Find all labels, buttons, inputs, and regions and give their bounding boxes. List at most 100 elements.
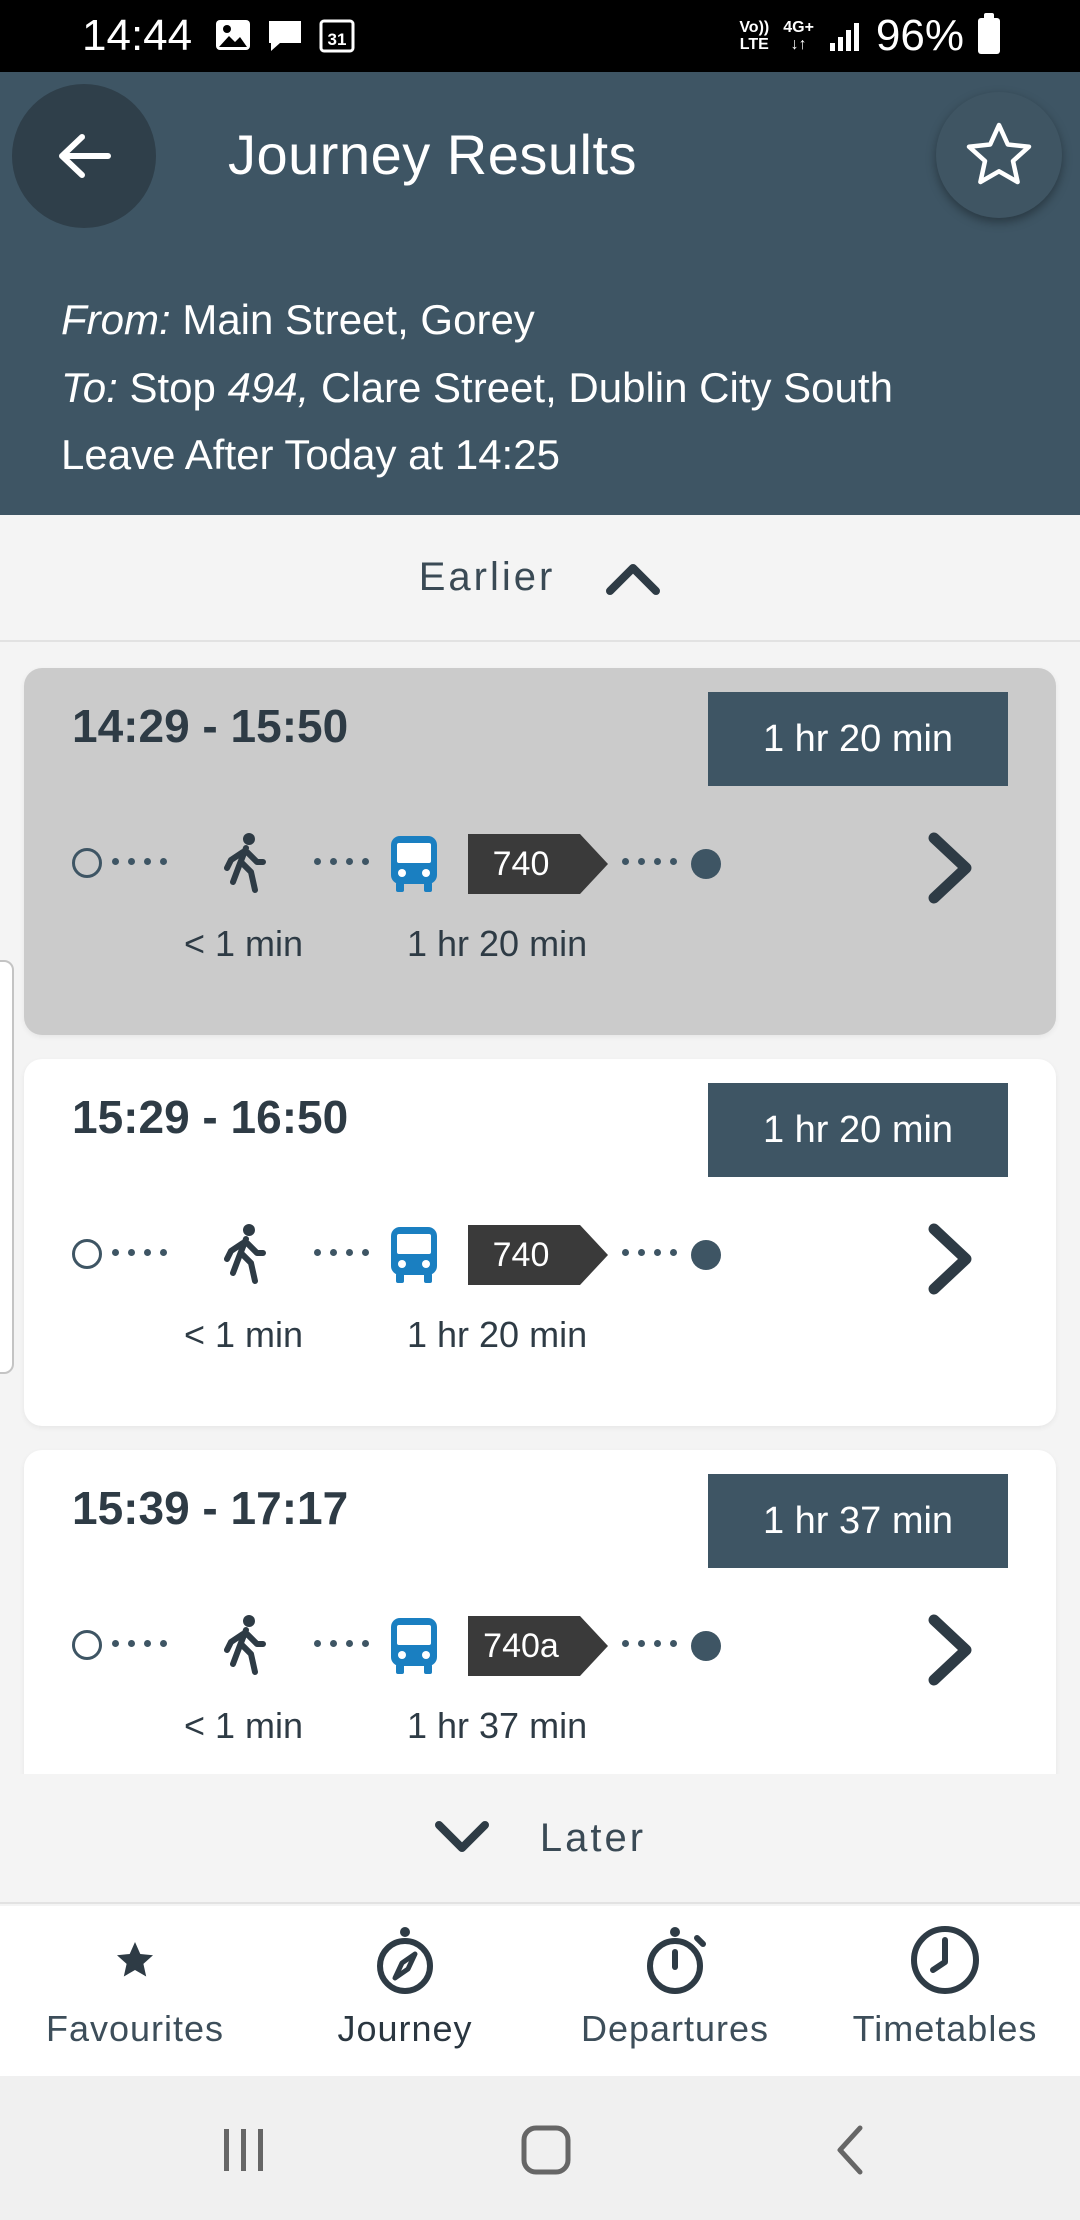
calendar-icon: 31 (319, 19, 355, 53)
earlier-label: Earlier (418, 555, 556, 599)
end-point-icon (691, 1631, 721, 1661)
journey-time-range: 15:39 - 17:17 (72, 1482, 349, 1534)
network-type-label: 4G+ (783, 19, 814, 36)
earlier-button[interactable]: Earlier (0, 515, 1080, 642)
bus-icon (388, 1225, 440, 1285)
nav-departures[interactable]: Departures (540, 1906, 810, 2076)
compass-icon (367, 1922, 443, 1998)
volte-top-label: Vo)) (739, 19, 770, 36)
back-button[interactable] (12, 84, 156, 228)
walk-duration: < 1 min (184, 923, 304, 964)
journey-card[interactable]: 15:29 - 16:50 1 hr 20 min 740 < 1 min 1 hr 2… (24, 1059, 1056, 1426)
end-point-icon (691, 849, 721, 879)
stopwatch-icon (637, 1922, 713, 1998)
chevron-right-icon[interactable] (922, 830, 978, 906)
nav-departures-label: Departures (580, 2008, 770, 2049)
dotted-connector (622, 1249, 677, 1257)
favourite-button[interactable] (936, 92, 1062, 218)
journey-card[interactable]: 15:39 - 17:17 1 hr 37 min 740a < 1 min 1 hr … (24, 1450, 1056, 1774)
nav-journey[interactable]: Journey (270, 1906, 540, 2076)
leave-time: Leave After Today at 14:25 (61, 431, 560, 478)
status-time: 14:44 (82, 11, 193, 60)
recent-apps-icon (224, 2129, 263, 2171)
volte-indicator: Vo)) LTE (739, 19, 769, 53)
bus-duration: 1 hr 37 min (407, 1705, 588, 1746)
bus-duration: 1 hr 20 min (407, 1314, 588, 1355)
chevron-right-icon[interactable] (922, 1221, 978, 1297)
route-number-tag: 740a (468, 1616, 608, 1676)
page-title: Journey Results (228, 123, 638, 186)
side-drawer-handle[interactable] (0, 960, 14, 1374)
to-stop-number: 494, (227, 364, 310, 411)
journey-legs: 740 (24, 1219, 1056, 1295)
dotted-connector (314, 1249, 369, 1257)
end-point-icon (691, 1240, 721, 1270)
bus-duration: 1 hr 20 min (407, 923, 588, 964)
to-value: Clare Street, Dublin City South (321, 364, 893, 411)
walk-duration: < 1 min (184, 1705, 304, 1746)
dotted-connector (112, 1249, 167, 1257)
route-number: 740 (492, 1235, 550, 1274)
later-label: Later (539, 1815, 647, 1860)
nav-timetables[interactable]: Timetables (810, 1906, 1080, 2076)
from-label: From: (61, 296, 171, 343)
clock-icon (907, 1922, 983, 1998)
bus-icon (388, 834, 440, 894)
later-button[interactable]: Later (0, 1774, 1080, 1904)
dotted-connector (112, 1640, 167, 1648)
to-stop-prefix: Stop (129, 364, 216, 411)
route-number-tag: 740 (468, 1225, 608, 1285)
to-line: To: Stop 494, Clare Street, Dublin City … (61, 362, 893, 414)
chevron-up-icon (606, 563, 661, 595)
start-point-icon (72, 1239, 102, 1269)
nav-favourites-label: Favourites (45, 2008, 225, 2049)
message-icon (269, 21, 301, 51)
home-button[interactable] (516, 2120, 576, 2180)
journey-duration-badge: 1 hr 37 min (708, 1474, 1008, 1568)
back-chevron-icon (837, 2125, 863, 2175)
arrow-left-icon (59, 134, 111, 178)
walk-icon (217, 832, 273, 894)
journey-legs: 740a (24, 1610, 1056, 1686)
journey-duration-badge: 1 hr 20 min (708, 1083, 1008, 1177)
start-point-icon (72, 848, 102, 878)
status-system-icons: Vo)) LTE 4G+ ↓↑ 96% (739, 10, 1000, 62)
star-outline-icon (966, 122, 1032, 185)
chevron-down-icon (434, 1821, 489, 1852)
walk-icon (217, 1223, 273, 1285)
data-arrows-icon: ↓↑ (790, 36, 807, 53)
recent-apps-button[interactable] (214, 2120, 274, 2180)
nav-favourites[interactable]: Favourites (0, 1906, 270, 2076)
battery-icon (978, 13, 1000, 54)
chevron-right-icon[interactable] (922, 1612, 978, 1688)
star-icon (97, 1922, 173, 1998)
bottom-navigation: Favourites Journey Departures Timetables (0, 1906, 1080, 2076)
route-number: 740 (492, 844, 550, 883)
nav-journey-label: Journey (337, 2008, 473, 2049)
status-bar: 14:44 31 Vo)) LTE 4G+ ↓↑ 96% (0, 0, 1080, 72)
home-icon (521, 2125, 571, 2175)
journey-time-range: 14:29 - 15:50 (72, 700, 349, 752)
journey-card[interactable]: 14:29 - 15:50 1 hr 20 min 740 < 1 min 1 hr 2… (24, 668, 1056, 1035)
status-notification-icons: 31 (214, 16, 356, 54)
dotted-connector (314, 1640, 369, 1648)
dotted-connector (112, 858, 167, 866)
network-type: 4G+ ↓↑ (783, 19, 814, 53)
start-point-icon (72, 1630, 102, 1660)
system-back-button[interactable] (820, 2120, 880, 2180)
dotted-connector (314, 858, 369, 866)
signal-icon (829, 23, 859, 51)
route-number-tag: 740 (468, 834, 608, 894)
journey-results-list[interactable]: 14:29 - 15:50 1 hr 20 min 740 < 1 min 1 hr 2… (0, 644, 1080, 1774)
battery-percent: 96% (875, 11, 964, 60)
volte-bottom-label: LTE (739, 36, 769, 53)
walk-duration: < 1 min (184, 1314, 304, 1355)
dotted-connector (622, 858, 677, 866)
from-value: Main Street, Gorey (182, 296, 535, 343)
walk-icon (217, 1614, 273, 1676)
to-label: To: (61, 364, 118, 411)
system-navigation-bar (0, 2076, 1080, 2220)
from-line: From: Main Street, Gorey (61, 294, 535, 346)
journey-duration-badge: 1 hr 20 min (708, 692, 1008, 786)
dotted-connector (622, 1640, 677, 1648)
